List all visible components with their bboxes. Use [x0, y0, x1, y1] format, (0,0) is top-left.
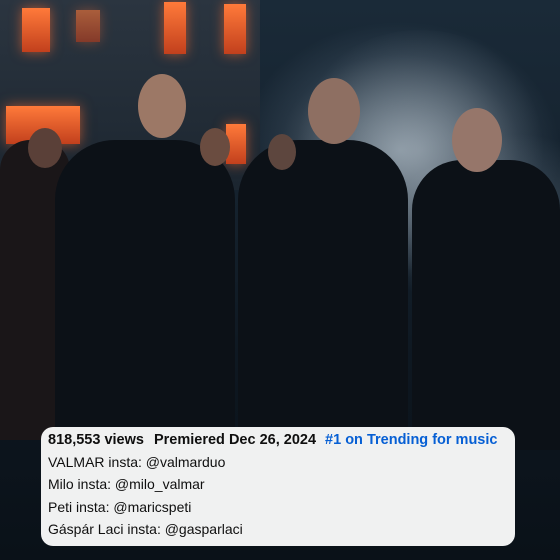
person-center-singer: [238, 140, 408, 440]
description-line-peti: Peti insta: @maricspeti: [48, 498, 192, 515]
video-stats-row: 818,553 views Premiered Dec 26, 2024 #1 …: [48, 429, 515, 451]
description-line-gaspar: Gáspár Laci insta: @gasparlaci: [48, 521, 243, 538]
person-right-singer: [412, 160, 560, 450]
trending-link[interactable]: #1 on Trending for music: [325, 429, 497, 451]
singer-center-face: [308, 78, 360, 144]
singer-right-face: [452, 108, 502, 172]
view-count: 818,553 views: [48, 432, 144, 448]
description-line-milo: Milo insta: @milo_valmar: [48, 476, 205, 493]
video-description-panel[interactable]: 818,553 views Premiered Dec 26, 2024 #1 …: [41, 427, 515, 546]
premiere-date: Premiered Dec 26, 2024: [153, 432, 317, 448]
singer-left-face: [138, 74, 186, 138]
description-line-valmar: VALMAR insta: @valmarduo: [48, 454, 226, 470]
person-left-singer: [55, 140, 235, 440]
